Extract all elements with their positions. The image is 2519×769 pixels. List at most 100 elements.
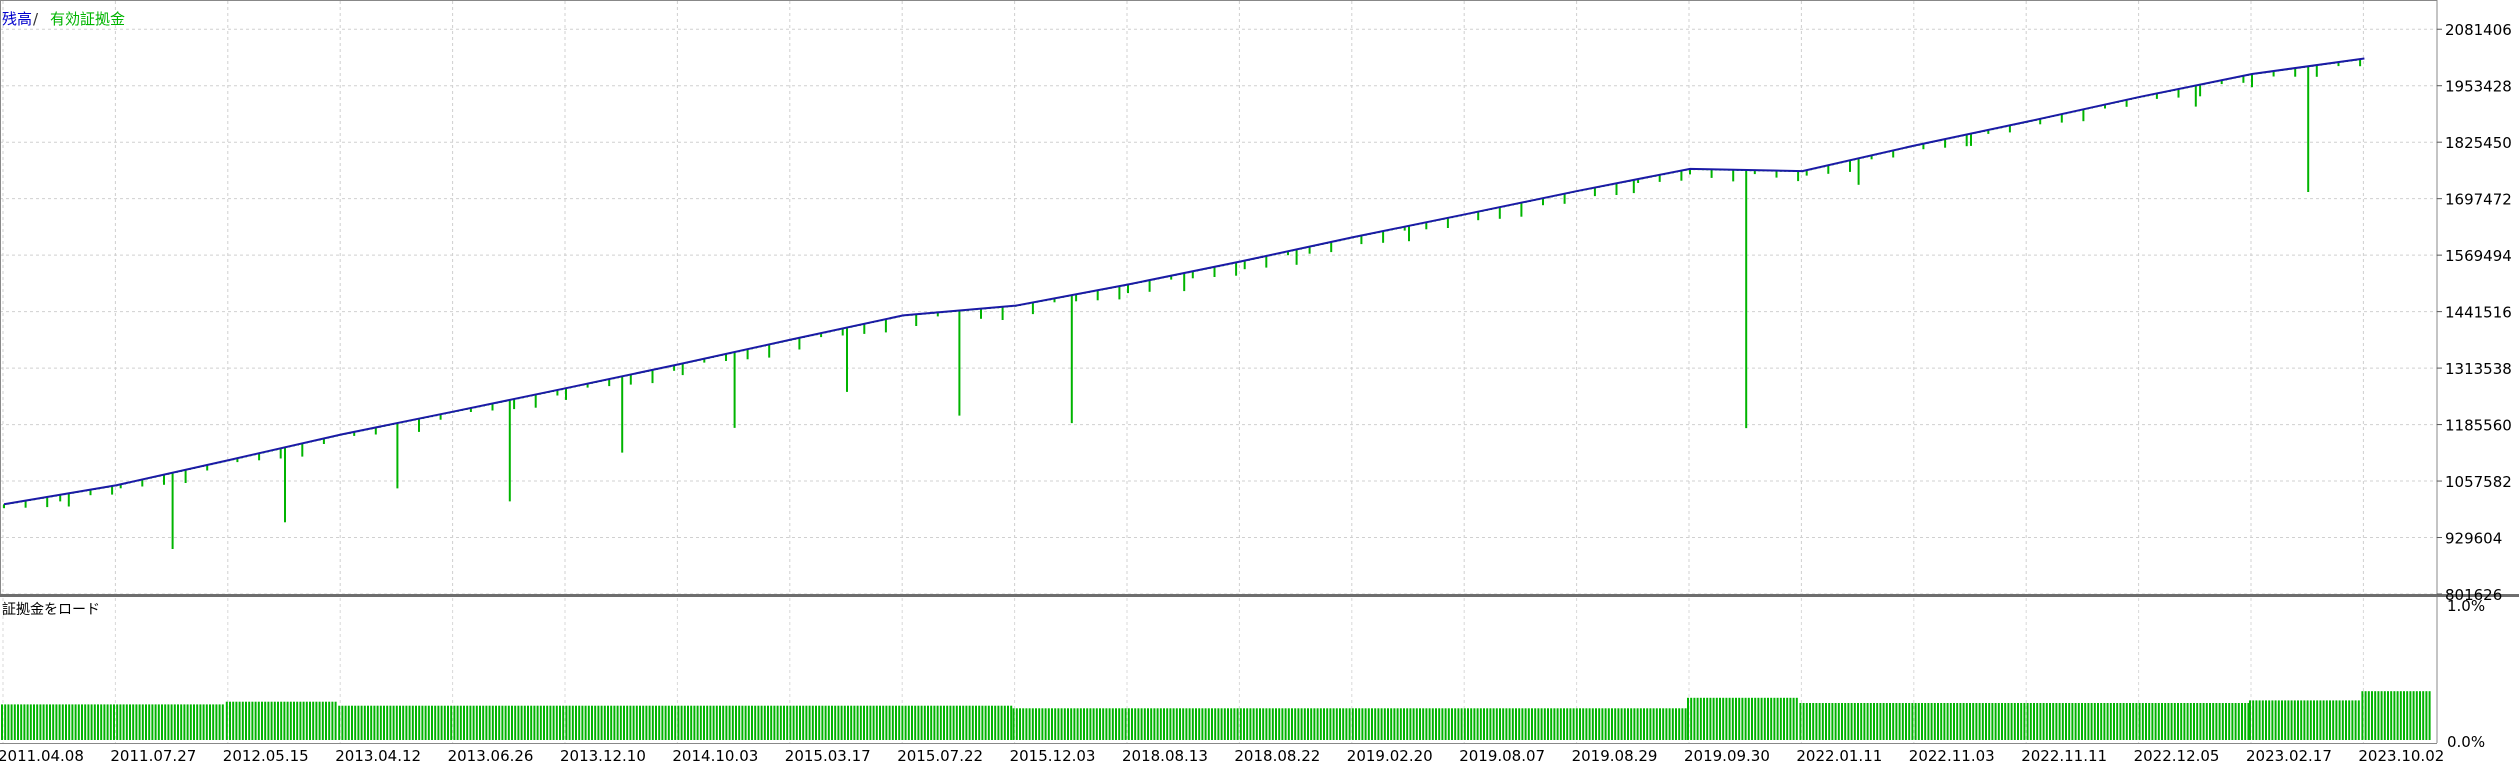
margin-load-bar [1121, 708, 1124, 740]
margin-load-bar [1595, 708, 1597, 740]
margin-load-bar [251, 701, 254, 740]
margin-load-bar [360, 705, 363, 740]
margin-load-bar [1933, 703, 1936, 740]
margin-load-bar [2138, 703, 2141, 740]
margin-load-bar [1511, 708, 1514, 740]
margin-load-bar [1789, 697, 1792, 740]
margin-load-bar [129, 704, 131, 740]
margin-load-bar [991, 705, 993, 740]
y-tick-label: 929604 [2445, 530, 2502, 548]
margin-load-bar [805, 705, 808, 740]
margin-load-bar [767, 705, 769, 740]
margin-load-bar [212, 704, 215, 740]
margin-load-bar [309, 701, 311, 740]
margin-load-bar [84, 704, 87, 740]
margin-load-bar [683, 705, 686, 740]
margin-load-bar [2338, 700, 2341, 740]
margin-load-bar [498, 705, 501, 740]
margin-load-bar [1914, 703, 1917, 740]
margin-load-bar [655, 705, 657, 740]
margin-load-bar [1323, 708, 1325, 740]
margin-load-bar [994, 705, 997, 740]
margin-load-bar [293, 701, 295, 740]
margin-load-bar [2020, 703, 2023, 740]
margin-load-bar [218, 704, 221, 740]
margin-load-bar [2380, 691, 2383, 740]
margin-load-bar [1946, 703, 1949, 740]
y-tick-label: 1441516 [2445, 304, 2512, 322]
margin-load-bar [52, 704, 55, 740]
margin-load-bar [1265, 708, 1268, 740]
margin-load-bar [418, 705, 421, 740]
margin-load-bar [1614, 708, 1617, 740]
margin-load-bar [2274, 700, 2277, 740]
margin-load-bar [2249, 700, 2251, 740]
margin-load-bar [1076, 708, 1079, 740]
margin-load-bar [2023, 703, 2026, 740]
margin-load-bar [2406, 691, 2409, 740]
margin-load-bar [488, 705, 491, 740]
margin-load-bar [2351, 700, 2354, 740]
margin-load-bar [1873, 703, 1875, 740]
margin-load-bar [591, 705, 593, 740]
margin-load-bar [859, 705, 862, 740]
margin-load-bar [2393, 691, 2396, 740]
margin-load-bar [2297, 700, 2299, 740]
margin-load-bar [65, 704, 67, 740]
margin-load-bar [2090, 703, 2093, 740]
margin-load-bar [1699, 697, 1702, 740]
x-tick-label: 2019.09.30 [1684, 747, 1770, 765]
margin-load-bar [167, 704, 170, 740]
margin-load-bar [1185, 708, 1188, 740]
x-tick-label: 2022.01.11 [1796, 747, 1882, 765]
margin-load-bar [376, 705, 379, 740]
margin-load-bar [1630, 708, 1633, 740]
margin-load-bar [10, 704, 13, 740]
margin-load-bar [2065, 703, 2067, 740]
margin-load-bar [2055, 703, 2058, 740]
margin-load-bar [789, 705, 792, 740]
margin-load-bar [1444, 708, 1447, 740]
margin-load-bar [2058, 703, 2061, 740]
margin-load-bar [1495, 708, 1498, 740]
margin-load-bar [1025, 708, 1028, 740]
margin-load-bar [1422, 708, 1425, 740]
margin-load-bar [1300, 708, 1303, 740]
x-tick-label: 2015.03.17 [785, 747, 871, 765]
margin-load-bar [853, 705, 856, 740]
margin-load-bar [2061, 703, 2064, 740]
x-tick-label: 2015.07.22 [897, 747, 983, 765]
margin-load-bar [186, 704, 189, 740]
margin-load-bar [2371, 691, 2373, 740]
margin-load-bar [2271, 700, 2274, 740]
margin-load-bar [238, 701, 241, 740]
margin-load-bar [754, 705, 757, 740]
margin-load-bar [847, 705, 849, 740]
margin-load-bar [722, 705, 725, 740]
margin-load-bar [943, 705, 945, 740]
margin-load-bar [321, 701, 324, 740]
margin-load-bar [1345, 708, 1348, 740]
margin-load-bar [1255, 708, 1258, 740]
margin-load-bar [1159, 708, 1162, 740]
margin-load-bar [1917, 703, 1920, 740]
x-tick-label: 2014.10.03 [672, 747, 758, 765]
margin-load-bar [2202, 703, 2205, 740]
margin-load-bar [895, 705, 897, 740]
margin-load-bar [840, 705, 843, 740]
margin-load-bar [2322, 700, 2325, 740]
margin-load-bar [837, 705, 840, 740]
margin-load-bar [1467, 708, 1469, 740]
margin-load-bar [1895, 703, 1898, 740]
margin-load-bar [193, 704, 195, 740]
margin-load-bar [347, 705, 350, 740]
margin-load-bar [2119, 703, 2122, 740]
margin-load-bar [399, 705, 401, 740]
margin-load-bar [202, 704, 205, 740]
margin-load-bar [783, 705, 785, 740]
margin-load-bar [1010, 705, 1013, 740]
margin-load-bar [1425, 708, 1428, 740]
margin-load-bar [1211, 708, 1213, 740]
margin-load-bar [1821, 703, 1824, 740]
y-tick-label: 1697472 [2445, 191, 2512, 209]
